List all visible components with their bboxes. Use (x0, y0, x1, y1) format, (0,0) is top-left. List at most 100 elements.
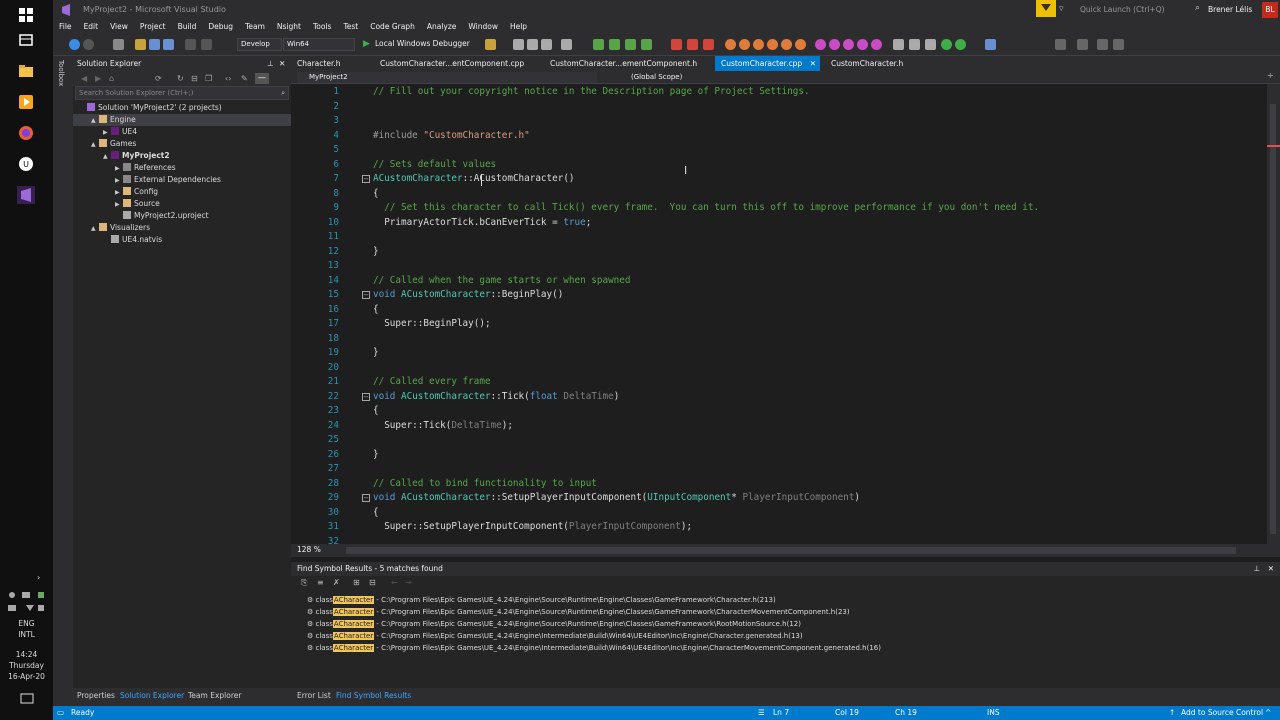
tool-button-2[interactable] (527, 39, 538, 50)
back-icon[interactable]: ◀ (81, 74, 87, 83)
tree-item[interactable]: ▲ MyProject2 (73, 150, 291, 162)
find-result-row[interactable]: ⚙ classACharacter - C:\Program Files\Epi… (307, 642, 881, 654)
split-icon[interactable]: ÷ (1267, 71, 1274, 80)
tab-team-explorer[interactable]: Team Explorer (188, 691, 241, 700)
start-debugging-button[interactable]: Local Windows Debugger (375, 39, 470, 48)
solution-search-input[interactable]: Search Solution Explorer (Ctrl+;) ⌕ (75, 86, 289, 100)
tab-solution-explorer[interactable]: Solution Explorer (120, 691, 184, 700)
lock-button[interactable] (925, 39, 936, 50)
refresh-icon[interactable]: ↻ (177, 74, 184, 83)
close-tab-icon[interactable]: ✕ (810, 56, 816, 71)
profile-button-4[interactable] (857, 39, 868, 50)
add-to-source-control-button[interactable]: Add to Source Control (1181, 706, 1263, 720)
new-project-button[interactable] (113, 39, 124, 50)
find-result-row[interactable]: ⚙ classACharacter - C:\Program Files\Epi… (307, 594, 776, 606)
save-button[interactable] (149, 39, 160, 50)
copy-icon[interactable]: ⎘ (301, 578, 307, 588)
horizontal-scroll-thumb[interactable] (346, 547, 1236, 554)
forward-button[interactable] (83, 39, 94, 50)
step-button-3[interactable] (625, 39, 636, 50)
bookmark-button[interactable] (1055, 39, 1066, 50)
pin-icon[interactable]: ⊥ (1253, 562, 1260, 576)
windows-start-icon[interactable] (17, 6, 35, 24)
sync-icon[interactable]: ⟳ (155, 74, 162, 83)
show-all-files-icon[interactable]: ❐ (205, 74, 212, 83)
taskbar-clock[interactable]: 14:24 Thursday 16-Apr-20 (0, 649, 53, 682)
play-icon[interactable]: ▶ (363, 39, 370, 49)
menu-code-graph[interactable]: Code Graph (364, 20, 421, 34)
menu-team[interactable]: Team (239, 20, 271, 34)
find-result-row[interactable]: ⚙ classACharacter - C:\Program Files\Epi… (307, 606, 850, 618)
code-icon[interactable]: ‹› (225, 74, 231, 83)
step-button-4[interactable] (641, 39, 652, 50)
breakpoint-button-2[interactable] (687, 39, 698, 50)
tool-button-3[interactable] (541, 39, 552, 50)
toolbox-tab[interactable]: Toolbox (57, 60, 65, 86)
tool-button-7[interactable] (1077, 39, 1088, 50)
document-tab[interactable]: CustomCharacter...entComponent.cpp (374, 56, 542, 71)
menu-view[interactable]: View (104, 20, 134, 34)
user-name[interactable]: Brener Lélis (1208, 5, 1252, 14)
nsight-button-2[interactable] (739, 39, 750, 50)
tree-item[interactable]: MyProject2.uproject (73, 210, 291, 222)
configuration-select[interactable]: Develop (237, 38, 282, 51)
document-tab[interactable]: Character.h (291, 56, 371, 71)
user-avatar[interactable]: BL (1262, 2, 1278, 18)
attach-button[interactable] (485, 39, 496, 50)
redo-button[interactable] (201, 39, 212, 50)
fold-toggle-icon[interactable]: − (362, 175, 370, 183)
menu-build[interactable]: Build (172, 20, 203, 34)
chevron-up-icon[interactable]: › (37, 573, 40, 582)
fold-toggle-icon[interactable]: − (362, 494, 370, 502)
profile-button-3[interactable] (843, 39, 854, 50)
tree-item[interactable]: ▶ Source (73, 198, 291, 210)
unreal-engine-icon[interactable]: U (17, 155, 35, 173)
visual-studio-icon[interactable] (17, 186, 35, 204)
profile-button-5[interactable] (871, 39, 882, 50)
fold-toggle-icon[interactable]: − (362, 291, 370, 299)
nsight-button-6[interactable] (795, 39, 806, 50)
notification-flag-icon[interactable] (1036, 0, 1056, 17)
document-tab[interactable]: CustomCharacter...ementComponent.h (544, 56, 712, 71)
profile-button-2[interactable] (829, 39, 840, 50)
next-result-icon[interactable]: → (405, 578, 412, 587)
list-icon[interactable]: ≡ (317, 578, 324, 587)
tree-item[interactable]: ▲ Games (73, 138, 291, 150)
profile-button-1[interactable] (815, 39, 826, 50)
nsight-button-3[interactable] (753, 39, 764, 50)
green-run-button-2[interactable] (955, 39, 966, 50)
tree-item[interactable]: ▲ Engine (73, 114, 291, 126)
close-icon[interactable]: ✕ (1268, 562, 1274, 576)
nsight-button-5[interactable] (781, 39, 792, 50)
chevron-up-icon[interactable]: ^ (1265, 706, 1271, 720)
preview-icon[interactable]: — (255, 73, 269, 84)
back-button[interactable] (69, 39, 80, 50)
tab-properties[interactable]: Properties (77, 691, 115, 700)
prev-result-icon[interactable]: ← (391, 578, 398, 587)
code-editor[interactable]: 1 // Fill out your copyright notice in th… (291, 84, 1267, 544)
collapse-all-icon[interactable]: ⊟ (191, 74, 198, 83)
search-icon[interactable]: ⌕ (1195, 3, 1200, 13)
nsight-button-4[interactable] (767, 39, 778, 50)
tool-button-4[interactable] (561, 39, 572, 50)
nsight-button-1[interactable] (725, 39, 736, 50)
menu-debug[interactable]: Debug (202, 20, 239, 34)
menu-edit[interactable]: Edit (78, 20, 105, 34)
window-layout-button[interactable] (985, 39, 996, 50)
tool-button-9[interactable] (1113, 39, 1124, 50)
breakpoint-button-3[interactable] (703, 39, 714, 50)
undo-button[interactable] (185, 39, 196, 50)
tool-button-5[interactable] (893, 39, 904, 50)
breakpoint-button-1[interactable] (671, 39, 682, 50)
tree-item[interactable]: ▶ Config (73, 186, 291, 198)
file-explorer-icon[interactable] (17, 62, 35, 80)
document-tab[interactable]: CustomCharacter.cpp ✕ (715, 56, 820, 71)
menu-window[interactable]: Window (462, 20, 504, 34)
find-result-row[interactable]: ⚙ classACharacter - C:\Program Files\Epi… (307, 618, 801, 630)
forward-icon[interactable]: ▶ (95, 74, 101, 83)
tool-button-1[interactable] (513, 39, 524, 50)
tab-find-symbol-results[interactable]: Find Symbol Results (336, 691, 411, 700)
close-icon[interactable]: ✕ (279, 56, 285, 71)
menu-test[interactable]: Test (337, 20, 364, 34)
menu-tools[interactable]: Tools (307, 20, 337, 34)
